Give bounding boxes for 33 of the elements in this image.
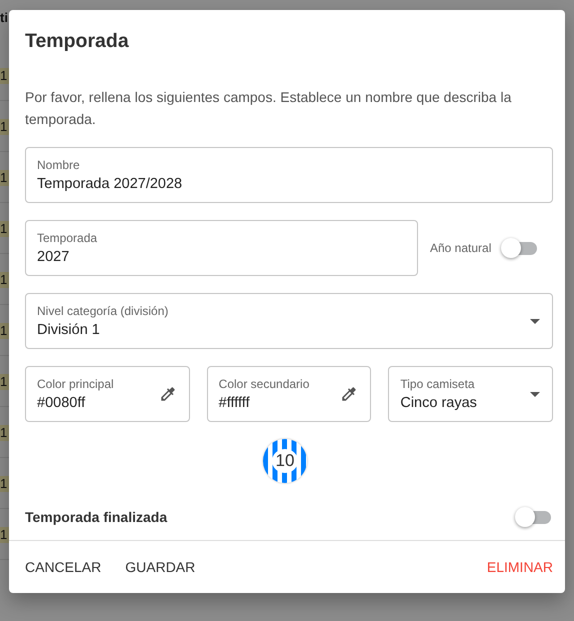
caret-down-icon — [530, 392, 540, 396]
field-label: Nombre — [37, 158, 81, 172]
text-field[interactable]: Temporada 2027 — [25, 220, 418, 276]
field-value: 2027 — [37, 249, 70, 265]
field-label: Nivel categoría (división) — [37, 304, 170, 318]
column-header: ti — [0, 9, 9, 27]
text-button[interactable]: GUARDAR — [125, 553, 196, 581]
eyedropper-icon — [340, 385, 358, 403]
field-value: #ffffff — [218, 395, 251, 411]
caret-down-icon — [530, 318, 540, 324]
field-value: División 1 — [37, 322, 101, 338]
field-label: Color secundario — [218, 377, 310, 391]
text-field[interactable]: Nombre Temporada 2027/2028 — [25, 147, 553, 203]
dialog-title: Temporada — [25, 30, 130, 54]
jersey-number: 10 — [272, 449, 298, 473]
text-button[interactable]: CANCELAR — [25, 553, 102, 581]
select-field[interactable]: Nivel categoría (división) División 1 — [25, 293, 553, 349]
color-field[interactable]: Color principal #0080ff — [25, 366, 190, 422]
field-label: Tipo camiseta — [400, 377, 476, 391]
switch-label: Temporada finalizada — [25, 509, 168, 525]
field-value: #0080ff — [37, 395, 86, 411]
color-field[interactable]: Color secundario #ffffff — [206, 366, 372, 422]
field-label: Color principal — [37, 377, 115, 391]
field-value: Cinco rayas — [400, 395, 478, 411]
eyedropper-icon — [158, 385, 177, 403]
field-value: Temporada 2027/2028 — [37, 176, 184, 192]
toggle-switch[interactable] — [501, 237, 540, 259]
field-label: Temporada — [37, 231, 98, 245]
delete-button[interactable]: ELIMINAR — [486, 553, 553, 581]
dialog-description: Por favor, rellena los siguientes campos. Establece un nombre que describa la temporada. — [25, 88, 512, 129]
select-field[interactable]: Tipo camiseta Cinco rayas — [388, 366, 554, 422]
switch-label: Año natural — [430, 241, 492, 255]
toggle-switch[interactable] — [515, 506, 553, 528]
